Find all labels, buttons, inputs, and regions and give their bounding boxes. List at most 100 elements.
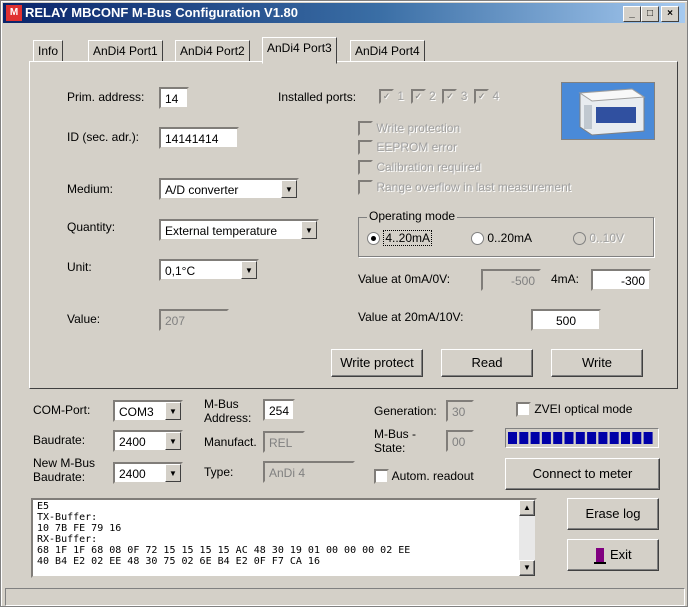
val4-input[interactable]: -300 xyxy=(591,269,651,291)
com-port-label: COM-Port: xyxy=(33,403,91,417)
id-label: ID (sec. adr.): xyxy=(67,130,140,144)
val4-label: 4mA: xyxy=(551,272,580,286)
chevron-down-icon[interactable]: ▼ xyxy=(165,432,181,450)
zvei-checkbox[interactable] xyxy=(516,402,531,418)
chevron-down-icon[interactable]: ▼ xyxy=(241,261,257,279)
autom-readout-checkbox[interactable] xyxy=(374,469,389,485)
connect-button[interactable]: Connect to meter xyxy=(505,458,660,490)
new-baudrate-label-line2: Baudrate: xyxy=(33,470,86,484)
andi4-device-icon xyxy=(562,83,654,139)
mode-0-20-radio[interactable] xyxy=(471,232,484,246)
val0-input: -500 xyxy=(481,269,541,291)
scroll-down-icon[interactable]: ▼ xyxy=(519,560,535,576)
new-baudrate-label: New M-Bus Baudrate: xyxy=(33,456,95,484)
write-protection-flag: Write protection xyxy=(358,121,461,137)
quantity-label: Quantity: xyxy=(67,220,116,234)
mode-4-20-radio[interactable] xyxy=(367,232,380,246)
erase-log-button[interactable]: Erase log xyxy=(567,498,659,530)
log-text: E5 TX-Buffer: 10 7B FE 79 16 RX-Buffer: … xyxy=(37,501,411,567)
mbus-address-input[interactable]: 254 xyxy=(263,399,295,421)
prim-address-input[interactable]: 14 xyxy=(159,87,189,109)
chevron-down-icon[interactable]: ▼ xyxy=(165,464,181,482)
status-bar xyxy=(5,588,685,606)
mbus-state-display: 00 xyxy=(446,430,474,452)
eeprom-error-flag: EEPROM error xyxy=(358,140,457,156)
calibration-required-label: Calibration required xyxy=(376,160,482,174)
chevron-down-icon[interactable]: ▼ xyxy=(281,180,297,198)
manufact-display: REL xyxy=(263,431,305,453)
mode-0-20-option[interactable]: 0..20mA xyxy=(471,231,533,246)
unit-select[interactable]: 0,1°C ▼ xyxy=(159,259,259,281)
progress-block xyxy=(643,432,653,444)
write-protection-checkbox xyxy=(358,121,373,137)
unit-value: 0,1°C xyxy=(165,264,196,278)
progress-block xyxy=(564,432,574,444)
new-baudrate-select[interactable]: 2400 ▼ xyxy=(113,462,183,484)
exit-button[interactable]: Exit xyxy=(567,539,659,571)
generation-label: Generation: xyxy=(374,404,437,418)
tab-port3[interactable]: AnDi4 Port3 xyxy=(262,37,337,64)
autom-readout-label: Autom. readout xyxy=(391,469,474,483)
read-button[interactable]: Read xyxy=(441,349,533,377)
installed-ports-label: Installed ports: xyxy=(278,90,357,104)
minimize-button[interactable]: _ xyxy=(623,6,641,22)
progress-block xyxy=(541,432,551,444)
medium-label: Medium: xyxy=(67,182,114,196)
baudrate-select[interactable]: 2400 ▼ xyxy=(113,430,183,452)
installed-port-4-label: 4 xyxy=(492,89,500,103)
chevron-down-icon[interactable]: ▼ xyxy=(301,221,317,239)
tab-port2[interactable]: AnDi4 Port2 xyxy=(175,40,250,62)
progress-block xyxy=(632,432,642,444)
title-bar[interactable]: M RELAY MBCONF M-Bus Configuration V1.80… xyxy=(3,3,685,23)
progress-block xyxy=(621,432,630,444)
write-protection-label: Write protection xyxy=(376,121,461,135)
type-display: AnDi 4 xyxy=(263,461,355,483)
device-image xyxy=(561,82,655,140)
chevron-down-icon[interactable]: ▼ xyxy=(165,402,181,420)
operating-mode-label: Operating mode xyxy=(367,209,458,223)
close-button[interactable]: × xyxy=(661,6,679,22)
write-button[interactable]: Write xyxy=(551,349,643,377)
range-overflow-checkbox xyxy=(358,180,373,196)
manufact-label: Manufact. xyxy=(204,435,257,449)
log-area[interactable]: E5 TX-Buffer: 10 7B FE 79 16 RX-Buffer: … xyxy=(31,498,537,578)
medium-select[interactable]: A/D converter ▼ xyxy=(159,178,299,200)
com-port-select[interactable]: COM3 ▼ xyxy=(113,400,183,422)
zvei-label: ZVEI optical mode xyxy=(534,402,633,416)
maximize-button[interactable]: □ xyxy=(641,6,659,22)
zvei-option[interactable]: ZVEI optical mode xyxy=(516,402,633,418)
installed-ports-group: ✓ 1 ✓ 2 ✓ 3 ✓ 4 xyxy=(379,89,500,105)
progress-block xyxy=(508,432,517,444)
scroll-up-icon[interactable]: ▲ xyxy=(519,500,535,516)
mbus-address-label-line2: Address: xyxy=(204,411,252,425)
progress-block xyxy=(575,432,585,444)
unit-label: Unit: xyxy=(67,260,92,274)
installed-port-2-label: 2 xyxy=(429,89,436,103)
val20-input[interactable]: 500 xyxy=(531,309,601,331)
progress-blocks xyxy=(508,432,653,444)
type-label: Type: xyxy=(204,465,234,479)
mode-0-10-label: 0..10V xyxy=(589,231,625,245)
mode-4-20-option[interactable]: 4..20mA xyxy=(367,230,433,246)
mbus-state-label-line2: State: xyxy=(374,441,406,455)
new-baudrate-label-line1: New M-Bus xyxy=(33,456,96,470)
write-protect-button[interactable]: Write protect xyxy=(331,349,423,377)
quantity-value: External temperature xyxy=(165,224,278,238)
log-scrollbar[interactable]: ▲ ▼ xyxy=(519,500,535,576)
mode-0-20-label: 0..20mA xyxy=(487,231,533,245)
installed-port-3-label: 3 xyxy=(460,89,468,103)
quantity-select[interactable]: External temperature ▼ xyxy=(159,219,319,241)
progress-block xyxy=(609,432,619,444)
installed-port-3-checkbox: ✓ xyxy=(442,89,458,105)
autom-readout-option[interactable]: Autom. readout xyxy=(374,469,474,485)
id-input[interactable]: 14141414 xyxy=(159,127,239,149)
progress-block xyxy=(519,432,529,444)
app-icon[interactable]: M xyxy=(6,5,22,21)
generation-display: 30 xyxy=(446,400,474,422)
tab-port4[interactable]: AnDi4 Port4 xyxy=(350,40,425,62)
val0-label: Value at 0mA/0V: xyxy=(358,272,451,286)
tab-info[interactable]: Info xyxy=(33,40,64,62)
tab-port1[interactable]: AnDi4 Port1 xyxy=(88,40,163,62)
progress-block xyxy=(553,432,563,444)
range-overflow-flag: Range overflow in last measurement xyxy=(358,180,571,196)
